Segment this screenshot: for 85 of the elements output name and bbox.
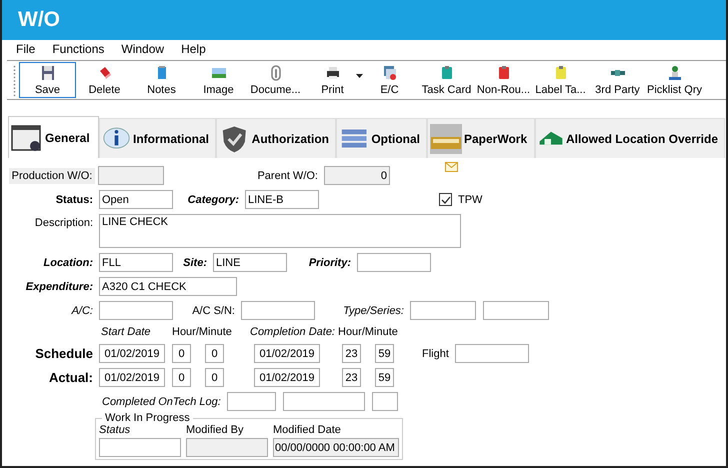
column-header: Hour/Minute (172, 326, 233, 338)
menu-item[interactable]: Help (181, 42, 206, 56)
status-field[interactable]: Open (99, 190, 173, 209)
row-label: Actual: (48, 370, 93, 385)
field-label: Category: (186, 194, 239, 206)
field-label: Production W/O: (9, 168, 95, 184)
checkbox-label: TPW (458, 194, 482, 206)
menu-item[interactable]: File (16, 42, 36, 56)
location-field[interactable]: FLL (99, 253, 173, 272)
field-label: Status: (54, 194, 93, 206)
column-header: Status (99, 424, 132, 436)
field-label: Parent W/O: (256, 170, 318, 182)
row-label: Schedule (34, 346, 93, 361)
menu-item[interactable]: Functions (52, 42, 104, 56)
group-title: Work In Progress (104, 412, 191, 424)
ontech-log-field[interactable] (226, 392, 276, 411)
ontech-log-field[interactable] (282, 392, 365, 411)
minute-field[interactable]: 59 (375, 344, 394, 363)
start-date-field[interactable]: 01/02/2019 (99, 368, 165, 387)
envelope-icon[interactable] (445, 162, 458, 172)
tab[interactable]: Optional (336, 118, 427, 158)
window-icon (11, 122, 43, 152)
field-label: Completed OnTech Log: (102, 396, 221, 408)
toolbar-button[interactable]: Docume... (247, 62, 304, 98)
completion-date-field[interactable]: 01/02/2019 (254, 368, 320, 387)
toolbar-button[interactable]: Label Ta... (532, 62, 589, 98)
toolbar-button[interactable]: Delete (76, 62, 133, 98)
start-date-field[interactable]: 01/02/2019 (99, 344, 165, 363)
column-header: Start Date (101, 326, 152, 338)
field-label: Expenditure: (24, 280, 93, 292)
minute-field[interactable]: 0 (205, 368, 224, 387)
checkbox[interactable] (439, 193, 452, 206)
toolbar-button[interactable]: Print (304, 62, 361, 98)
field-label: Priority: (308, 256, 351, 268)
category-field[interactable]: LINE-B (245, 190, 319, 209)
field-label: A/C S/N: (191, 304, 235, 316)
printer-icon (324, 64, 340, 80)
field-label: Type/Series: (342, 304, 404, 316)
column-header: Modified By (186, 424, 244, 436)
site-field[interactable]: LINE (213, 253, 287, 272)
tab[interactable]: PaperWork (427, 118, 535, 158)
hour-field[interactable]: 0 (172, 344, 191, 363)
toolbar-button[interactable]: Image (190, 62, 247, 98)
tab[interactable]: General (8, 116, 99, 158)
field-label: Site: (182, 256, 207, 268)
hour-field[interactable]: 0 (172, 368, 191, 387)
windows-icon (382, 64, 398, 80)
ontech-log-field[interactable] (372, 392, 398, 411)
toolbar-button[interactable]: 3rd Party (589, 62, 646, 98)
minute-field[interactable]: 0 (205, 344, 224, 363)
field-label: Description: (34, 217, 93, 229)
hour-field[interactable]: 23 (342, 344, 361, 363)
hour-field[interactable]: 23 (342, 368, 361, 387)
field-label: A/C: (70, 304, 93, 316)
person-icon (666, 64, 682, 80)
description-field[interactable]: LINE CHECK (99, 214, 461, 248)
menu-item[interactable]: Window (121, 42, 164, 56)
toolbar-button[interactable]: E/C (361, 62, 418, 98)
tab[interactable]: Informational (99, 118, 216, 158)
series-field[interactable] (483, 301, 549, 320)
completion-date-field[interactable]: 01/02/2019 (254, 344, 320, 363)
column-header: Completion Date: (250, 326, 336, 338)
tab[interactable]: Allowed Location Override (535, 118, 725, 158)
grip-icon[interactable] (13, 63, 16, 97)
type-field[interactable] (410, 301, 476, 320)
column-header: Hour/Minute (338, 326, 398, 338)
save-icon (40, 64, 56, 80)
column-header: Modified Date (273, 424, 342, 436)
minute-field[interactable]: 59 (375, 368, 394, 387)
wip-status-field[interactable] (99, 438, 181, 457)
ac-field[interactable] (99, 301, 173, 320)
toolbar-button[interactable]: Task Card (418, 62, 475, 98)
toolbar-button[interactable]: Non-Rou... (475, 62, 532, 98)
expenditure-field[interactable]: A320 C1 CHECK (99, 277, 237, 296)
toolbar-button[interactable]: Picklist Qry (646, 62, 703, 98)
caret-icon[interactable] (356, 74, 363, 78)
field-label: Location: (42, 256, 93, 268)
toolbar-button[interactable]: Save (19, 62, 76, 98)
field-label: Flight (422, 348, 449, 360)
priority-field[interactable] (357, 253, 431, 272)
toolbar-button[interactable]: Notes (133, 62, 190, 98)
flight-field[interactable] (454, 344, 529, 363)
tab[interactable]: Authorization (216, 118, 336, 158)
ac-sn-field[interactable] (241, 301, 315, 320)
window-title: W/O (18, 8, 60, 32)
